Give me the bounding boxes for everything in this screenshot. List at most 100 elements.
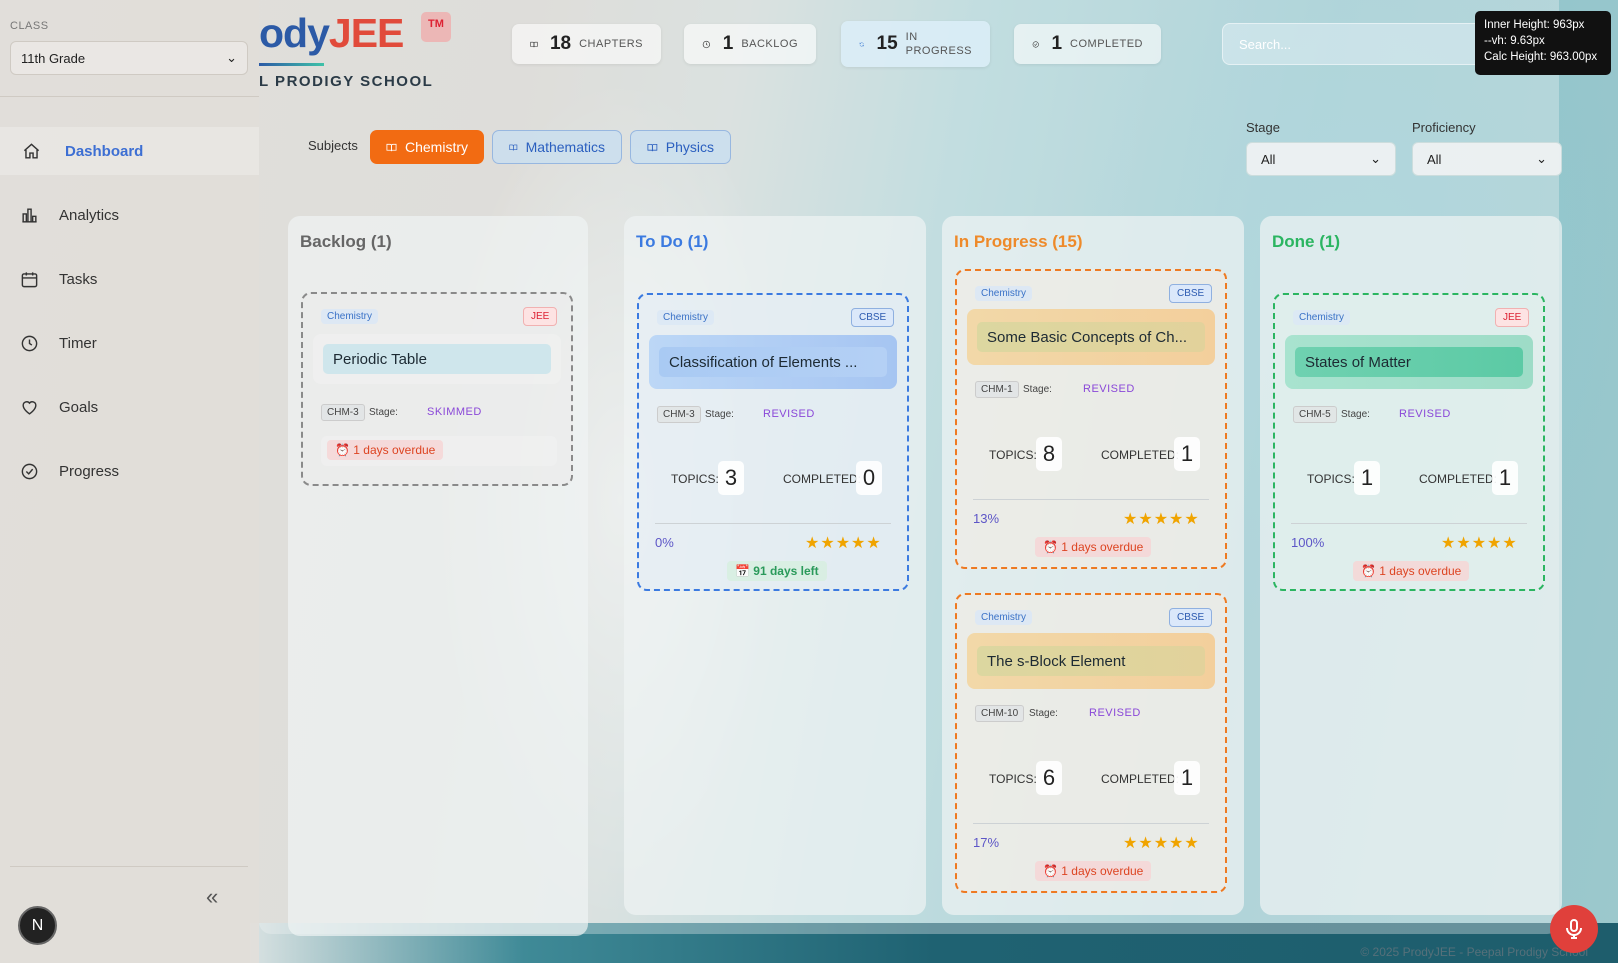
collapse-sidebar-icon[interactable]: « — [206, 884, 218, 910]
chapter-card[interactable]: Chemistry JEE States of Matter CHM-5 Sta… — [1273, 293, 1545, 591]
debug-overlay: Inner Height: 963px --vh: 9.63px Calc He… — [1475, 11, 1611, 75]
proficiency-filter-select[interactable]: All ⌄ — [1412, 142, 1562, 176]
tab-chemistry[interactable]: Chemistry — [370, 130, 484, 164]
completed-label: COMPLETED: — [783, 472, 862, 486]
logo-text-part1: ody — [259, 10, 330, 56]
completed-label: COMPLETED: — [1101, 448, 1180, 462]
stat-value: 15 — [876, 33, 898, 54]
sidebar-item-label: Goals — [59, 398, 99, 416]
due-text: 91 days left — [753, 564, 819, 578]
tab-label: Mathematics — [525, 139, 605, 155]
class-select-value: 11th Grade — [21, 50, 86, 66]
divider — [0, 96, 259, 97]
overdue-badge: ⏰ 1 days overdue — [1035, 537, 1152, 557]
chapter-card[interactable]: Chemistry CBSE The s-Block Element CHM-1… — [955, 593, 1227, 893]
stat-label-line2: PROGRESS — [905, 45, 972, 57]
due-text: 1 days overdue — [1379, 564, 1462, 578]
sidebar-item-goals[interactable]: Goals — [0, 383, 259, 431]
completed-count: 0 — [856, 461, 882, 495]
completed-label: COMPLETED: — [1101, 772, 1180, 786]
sidebar-item-tasks[interactable]: Tasks — [0, 255, 259, 303]
card-title: The s-Block Element — [977, 646, 1205, 676]
tab-label: Physics — [665, 139, 714, 155]
card-title-box: Some Basic Concepts of Ch... — [967, 309, 1215, 365]
book-open-icon — [530, 41, 538, 47]
class-select[interactable]: 11th Grade ⌄ — [10, 41, 248, 75]
tab-mathematics[interactable]: Mathematics — [492, 130, 622, 164]
check-circle-icon — [21, 463, 38, 479]
chapter-code: CHM-3 — [321, 404, 365, 421]
sidebar-item-dashboard[interactable]: Dashboard — [0, 127, 259, 175]
sidebar-item-timer[interactable]: Timer — [0, 319, 259, 367]
sidebar-item-label: Progress — [59, 462, 120, 480]
stat-label-line1: IN — [905, 31, 918, 43]
overdue-badge: ⏰ 1 days overdue — [1353, 561, 1470, 581]
star-rating[interactable]: ★★★★★ — [1123, 833, 1200, 853]
exam-tag: CBSE — [851, 308, 895, 327]
stage-filter-select[interactable]: All ⌄ — [1246, 142, 1396, 176]
chapter-card[interactable]: Chemistry JEE Periodic Table CHM-3 Stage… — [301, 292, 573, 486]
topics-label: TOPICS: — [989, 772, 1037, 786]
sidebar-item-label: Tasks — [59, 270, 98, 288]
topics-label: TOPICS: — [671, 472, 719, 486]
completed-count: 1 — [1492, 461, 1518, 495]
logo-underline — [259, 63, 324, 66]
sidebar-item-label: Analytics — [59, 206, 120, 224]
chevron-down-icon: ⌄ — [226, 50, 237, 65]
topics-count: 8 — [1036, 437, 1062, 471]
avatar[interactable]: N — [18, 906, 57, 945]
card-title-box: States of Matter — [1285, 335, 1533, 389]
divider — [973, 823, 1209, 824]
stat-in-progress: 15 IN PROGRESS — [841, 21, 990, 67]
book-open-icon — [647, 143, 658, 151]
topics-count: 1 — [1354, 461, 1380, 495]
proficiency-filter-label: Proficiency — [1412, 120, 1476, 135]
check-circle-icon — [1032, 40, 1039, 48]
subject-chip: Chemistry — [1293, 310, 1351, 325]
subject-chip: Chemistry — [975, 286, 1033, 301]
subjects-label: Subjects — [308, 138, 358, 153]
stage-label: Stage: — [705, 409, 734, 420]
star-rating[interactable]: ★★★★★ — [1441, 533, 1518, 553]
chevron-down-icon: ⌄ — [1536, 151, 1547, 166]
completed-count: 1 — [1174, 437, 1200, 471]
logo-text-part2: JEE — [328, 10, 404, 56]
stat-label: CHAPTERS — [579, 38, 643, 50]
microphone-icon — [1566, 919, 1582, 939]
overdue-badge: ⏰ 1 days overdue — [1035, 861, 1152, 881]
star-rating[interactable]: ★★★★★ — [1123, 509, 1200, 529]
clock-icon — [21, 335, 38, 351]
chapter-code: CHM-3 — [657, 406, 701, 423]
star-rating[interactable]: ★★★★★ — [805, 533, 882, 553]
progress-percent: 100% — [1291, 535, 1325, 550]
home-icon — [23, 142, 40, 159]
card-title-box: The s-Block Element — [967, 633, 1215, 689]
debug-line: --vh: 9.63px — [1484, 35, 1545, 47]
progress-percent: 17% — [973, 835, 1000, 850]
stat-label: BACKLOG — [741, 38, 798, 50]
due-text: 1 days overdue — [353, 443, 436, 457]
sidebar-item-analytics[interactable]: Analytics — [0, 191, 259, 239]
column-title: Backlog (1) — [300, 232, 392, 251]
chapter-card[interactable]: Chemistry CBSE Classification of Element… — [637, 293, 909, 591]
chapter-card[interactable]: Chemistry CBSE Some Basic Concepts of Ch… — [955, 269, 1227, 569]
tab-label: Chemistry — [404, 139, 468, 155]
overdue-badge: ⏰ 1 days overdue — [327, 440, 444, 460]
stat-value: 18 — [549, 33, 572, 54]
column-title: To Do (1) — [636, 232, 709, 251]
column-title: Done (1) — [1272, 232, 1340, 251]
sidebar-item-progress[interactable]: Progress — [0, 447, 259, 495]
stage-label: Stage: — [1029, 708, 1058, 719]
stage-filter-label: Stage — [1246, 120, 1280, 135]
tab-physics[interactable]: Physics — [630, 130, 731, 164]
card-title: States of Matter — [1295, 347, 1523, 377]
stage-label: Stage: — [369, 407, 398, 418]
debug-line: Calc Height: 963.00px — [1484, 51, 1598, 63]
trademark-badge: TM — [421, 12, 451, 42]
topics-count: 3 — [718, 461, 744, 495]
stage-value: REVISED — [1083, 383, 1135, 395]
class-label: CLASS — [10, 20, 49, 32]
proficiency-filter-value: All — [1427, 151, 1442, 167]
voice-input-button[interactable] — [1550, 905, 1598, 953]
subject-chip: Chemistry — [321, 309, 379, 324]
